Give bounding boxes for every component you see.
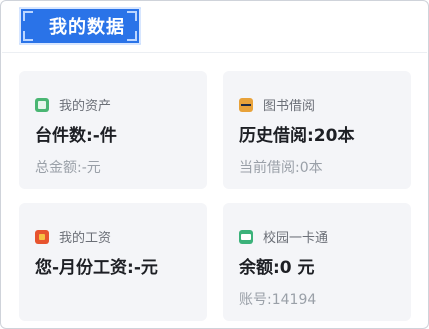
borrow-history: 历史借阅:20本	[239, 126, 355, 146]
asset-total-amount: 总金额:-元	[35, 160, 101, 176]
asset-icon	[35, 97, 49, 112]
section-header: 我的数据	[19, 7, 141, 45]
book-icon	[239, 97, 253, 112]
salary-icon	[35, 229, 49, 244]
card-library-borrowing[interactable]: 图书借阅 历史借阅:20本 当前借阅:0本	[223, 71, 411, 189]
my-data-panel: 我的数据 我的资产 台件数:-件 总金额:-元 图书借阅 历史借阅:20本 当前…	[0, 0, 429, 329]
card-my-salary[interactable]: 我的工资 您-月份工资:-元	[19, 203, 207, 321]
monthly-salary: 您-月份工资:-元	[35, 258, 158, 278]
header-corner-decoration	[23, 11, 33, 21]
card-label: 我的工资	[59, 231, 112, 246]
card-my-assets[interactable]: 我的资产 台件数:-件 总金额:-元	[19, 71, 207, 189]
asset-count: 台件数:-件	[35, 126, 117, 146]
header-corner-decoration	[127, 11, 137, 21]
current-borrowing: 当前借阅:0本	[239, 160, 323, 176]
card-label: 我的资产	[59, 99, 112, 114]
header-divider	[2, 52, 427, 53]
campus-card-icon	[239, 229, 253, 244]
card-label-row: 我的工资	[35, 227, 111, 246]
card-balance: 余额:0 元	[239, 258, 315, 278]
card-account-number: 账号:14194	[239, 292, 317, 308]
header-corner-decoration	[23, 31, 33, 41]
card-label-row: 我的资产	[35, 95, 111, 114]
card-campus-card[interactable]: 校园一卡通 余额:0 元 账号:14194	[223, 203, 411, 321]
section-title: 我的数据	[49, 17, 125, 38]
header-corner-decoration	[127, 31, 137, 41]
card-label-row: 图书借阅	[239, 95, 315, 114]
card-label-row: 校园一卡通	[239, 227, 328, 246]
card-label: 图书借阅	[263, 99, 316, 114]
card-label: 校园一卡通	[263, 231, 329, 246]
